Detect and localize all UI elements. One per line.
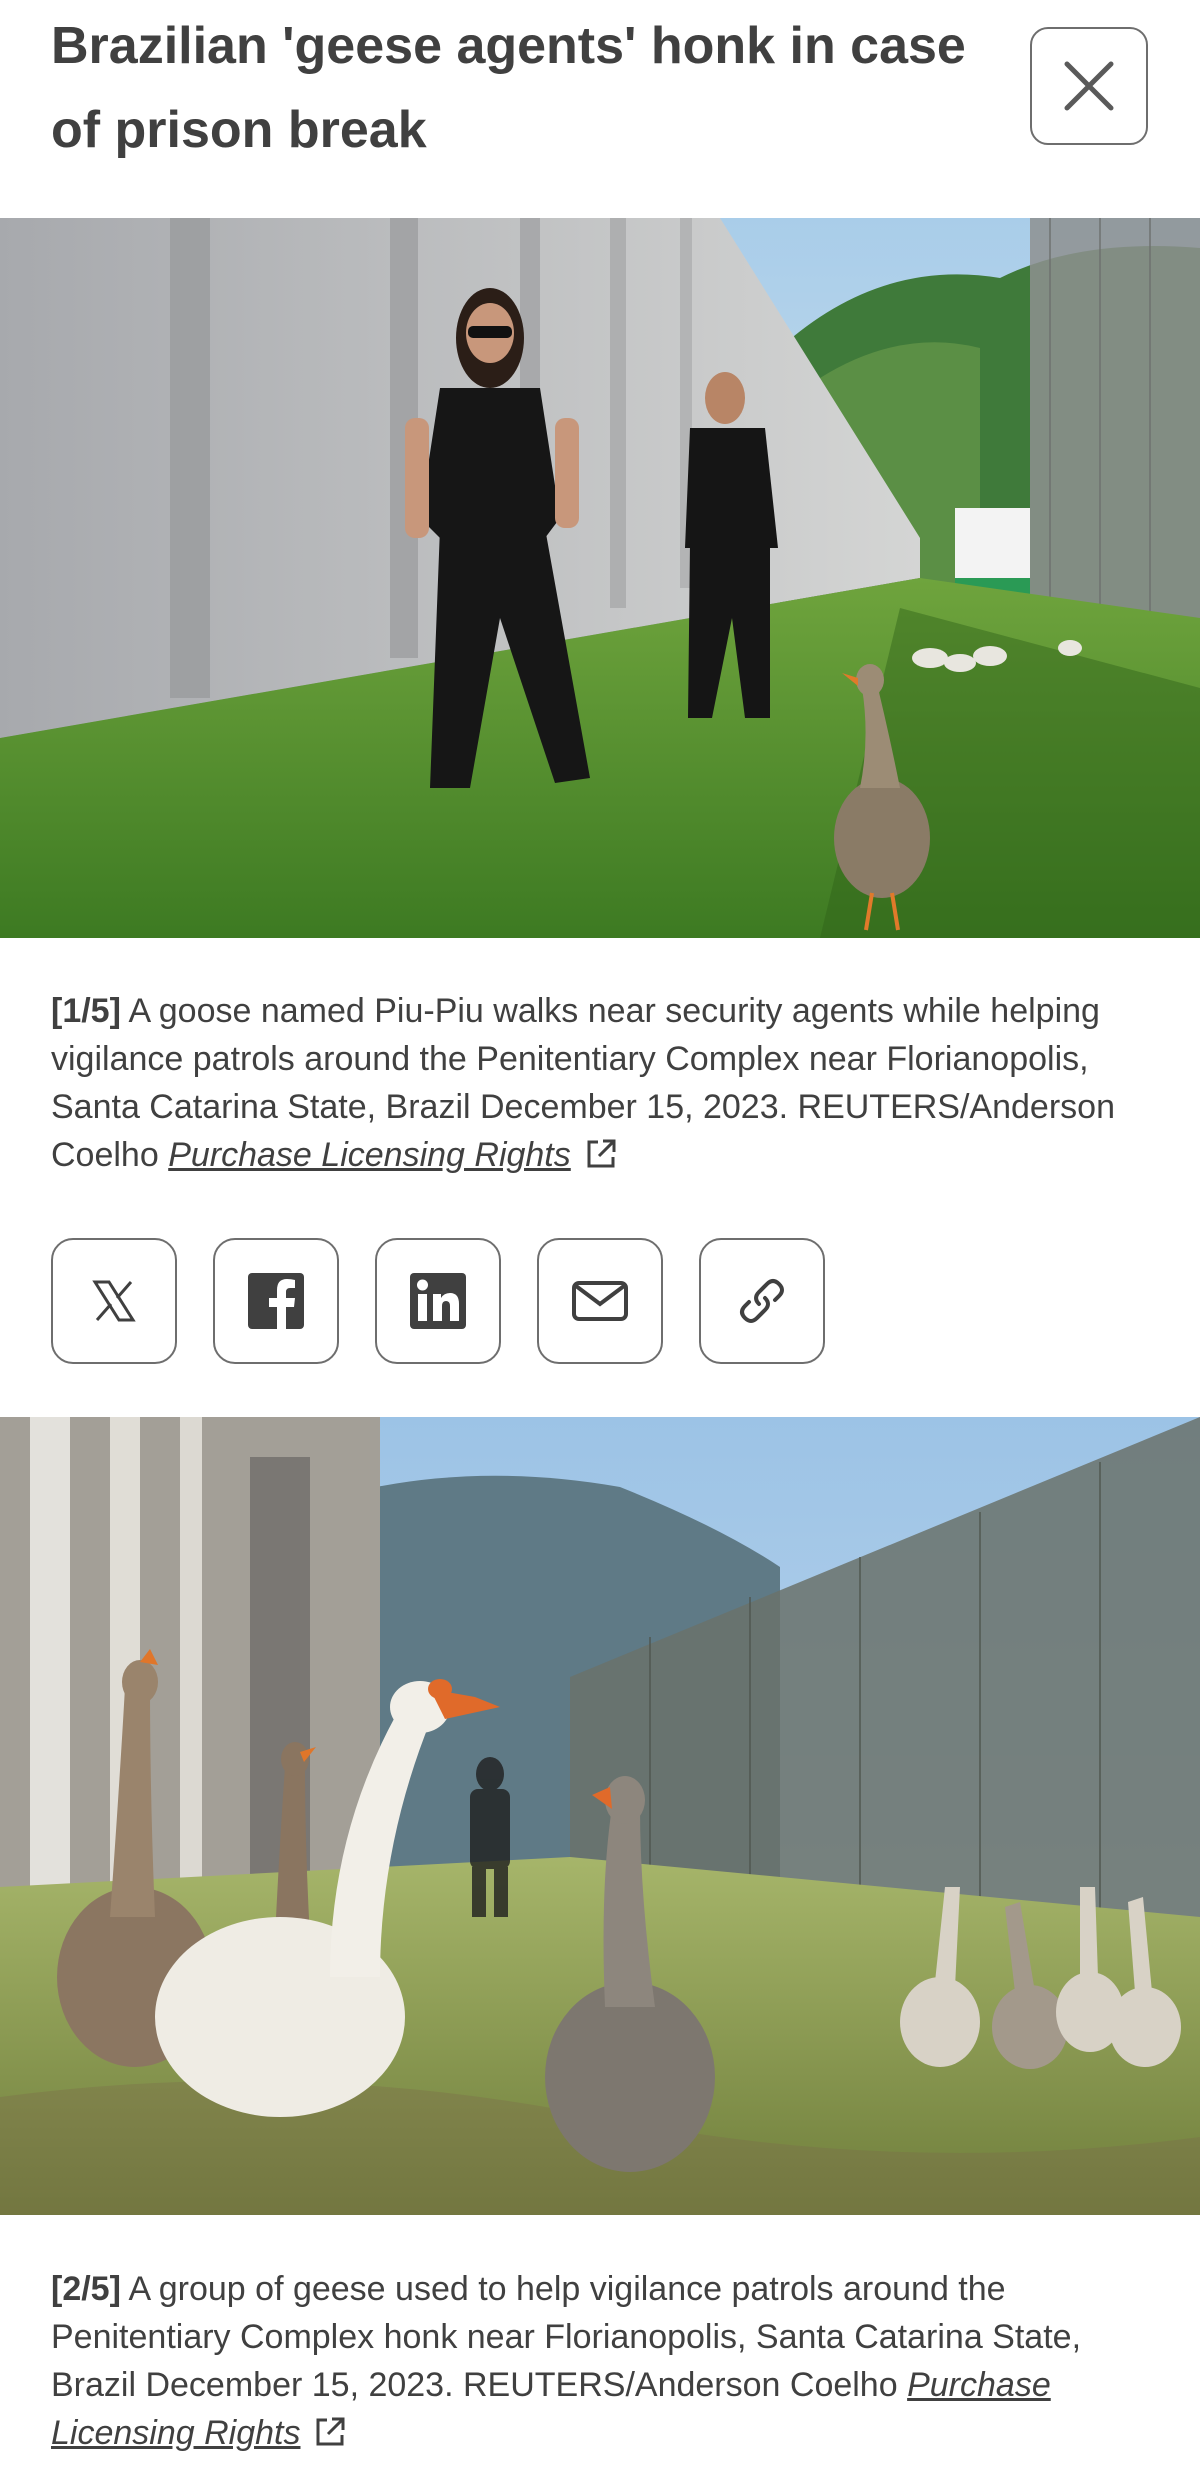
link-icon — [740, 1279, 784, 1323]
copy-link-button[interactable] — [699, 1238, 825, 1364]
article-header: Brazilian 'geese agents' honk in case of… — [0, 0, 1200, 218]
photo-geese-group — [0, 1417, 1200, 2215]
share-facebook-button[interactable] — [213, 1238, 339, 1364]
share-linkedin-button[interactable] — [375, 1238, 501, 1364]
caption-index: [1/5] — [51, 992, 121, 1030]
article-title: Brazilian 'geese agents' honk in case of… — [51, 17, 966, 159]
share-x-button[interactable] — [51, 1238, 177, 1364]
x-twitter-icon — [92, 1280, 136, 1322]
linkedin-icon — [410, 1273, 466, 1329]
purchase-licensing-link[interactable]: Purchase Licensing Rights — [168, 1136, 571, 1174]
close-button[interactable] — [1030, 27, 1148, 145]
facebook-icon — [248, 1273, 304, 1331]
external-link-icon[interactable] — [583, 1136, 619, 1172]
external-link-icon[interactable] — [312, 2414, 348, 2450]
gallery-photo-2[interactable] — [0, 1417, 1200, 2215]
photo-caption: [2/5] A group of geese used to help vigi… — [51, 2265, 1151, 2457]
share-email-button[interactable] — [537, 1238, 663, 1364]
photo-caption: [1/5] A goose named Piu-Piu walks near s… — [51, 987, 1151, 1179]
caption-index: [2/5] — [51, 2270, 121, 2308]
share-buttons — [51, 1238, 825, 1364]
gallery-photo-1[interactable] — [0, 218, 1200, 938]
photo-geese-agents — [0, 218, 1200, 938]
close-icon — [1064, 61, 1114, 111]
email-icon — [572, 1281, 628, 1321]
